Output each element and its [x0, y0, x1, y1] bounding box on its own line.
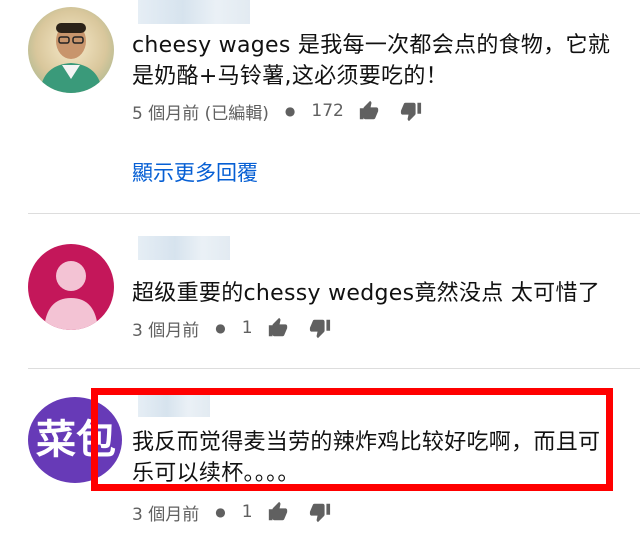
default-user-icon — [44, 261, 98, 330]
user-avatar[interactable] — [28, 244, 114, 330]
blurred-username[interactable] — [138, 236, 230, 260]
comment-meta: 3 個月前 ● 1 — [132, 499, 351, 525]
comment-item-2: 超级重要的chessy wedges竟然没点 太可惜了 3 個月前 ● 1 — [0, 214, 640, 364]
show-more-replies-link[interactable]: 顯示更多回覆 — [132, 157, 258, 187]
like-count: 1 — [241, 318, 253, 338]
comment-text: 超级重要的chessy wedges竟然没点 太可惜了 — [132, 281, 601, 306]
red-highlight-box — [91, 388, 613, 491]
comment-meta: 5 個月前 (已編輯) ● 172 — [132, 98, 442, 124]
thumb-down-icon[interactable] — [309, 501, 331, 523]
thumb-up-icon[interactable] — [267, 501, 289, 523]
thumb-down-icon[interactable] — [400, 100, 422, 122]
separator-dot: ● — [215, 505, 226, 519]
comment-meta: 3 個月前 ● 1 — [132, 315, 351, 341]
comment-time[interactable]: 3 個月前 — [132, 316, 199, 341]
user-avatar[interactable] — [28, 7, 114, 93]
comment-item-1: cheesy wages 是我每一次都会点的食物，它就是奶酪+马铃薯,这必须要吃… — [0, 0, 640, 200]
comment-time[interactable]: 3 個月前 — [132, 500, 199, 525]
separator-dot: ● — [284, 104, 296, 118]
comment-time[interactable]: 5 個月前 (已編輯) — [132, 99, 269, 124]
thumb-down-icon[interactable] — [309, 317, 331, 339]
like-count: 172 — [311, 101, 344, 121]
thumb-up-icon[interactable] — [358, 100, 380, 122]
separator-dot: ● — [215, 321, 226, 335]
like-count: 1 — [241, 502, 253, 522]
thumb-up-icon[interactable] — [267, 317, 289, 339]
comment-text: cheesy wages 是我每一次都会点的食物，它就是奶酪+马铃薯,这必须要吃… — [132, 33, 611, 89]
blurred-username[interactable] — [138, 0, 250, 24]
